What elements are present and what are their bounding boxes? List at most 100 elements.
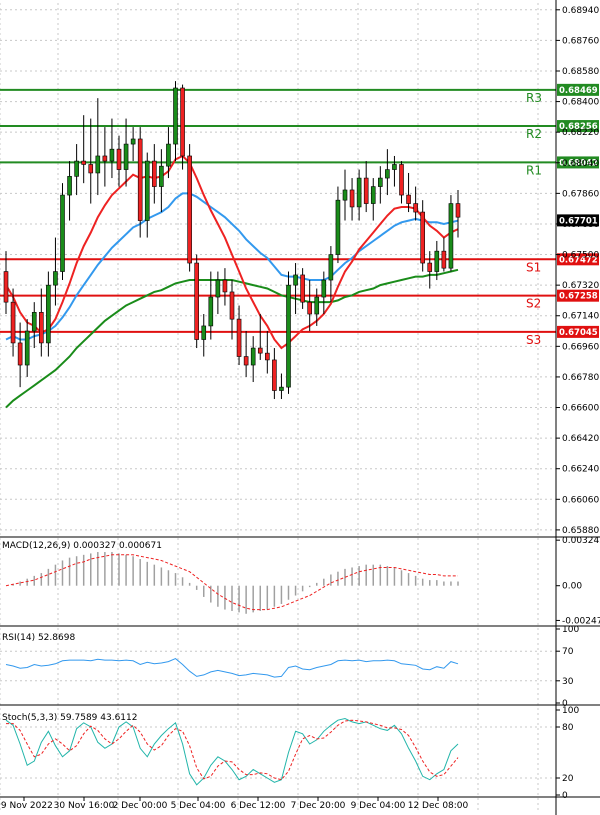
candle-bullish (342, 189, 348, 201)
candle-bullish (378, 177, 383, 187)
candle-bullish (144, 160, 150, 221)
time-tick-label: 6 Dec 12:00 (231, 801, 286, 811)
candle-bullish (166, 143, 171, 167)
candle-bullish (279, 386, 284, 391)
time-tick-label: 29 Nov 2022 (0, 801, 53, 811)
macd-tick-label: 0.003245 (562, 536, 600, 546)
price-tick-label: 0.65880 (562, 526, 599, 536)
price-tick-label: 0.66420 (562, 434, 599, 444)
candle-bullish (448, 203, 454, 269)
candle-bearish (420, 211, 425, 264)
price-tick-label: 0.68040 (562, 159, 599, 169)
candle-bearish (3, 271, 9, 303)
candle-bullish (250, 347, 256, 366)
time-tick-label: 7 Dec 20:00 (291, 801, 346, 811)
candle-bullish (328, 254, 334, 281)
candle-bearish (152, 160, 157, 187)
level-name-s2: S2 (526, 297, 541, 311)
indicator-panels: 0.0032450.00-0.002475MACD(12,26,9) 0.000… (0, 536, 600, 801)
time-axis: 29 Nov 2022 30 Nov 16:002 Dec 00:00 5 Dec … (0, 796, 600, 811)
price-tick-label: 0.67320 (562, 281, 599, 291)
candle-bearish (427, 262, 433, 272)
candle-bearish (441, 250, 447, 269)
candle-bullish (24, 330, 30, 366)
candle-bullish (201, 325, 207, 340)
price-tick-label: 0.67500 (562, 251, 599, 261)
candle-bearish (300, 274, 305, 303)
price-tick-label: 0.68220 (562, 128, 599, 138)
macd-tick-label: 0.00 (562, 582, 582, 592)
stoch-tick-label: 0 (562, 791, 568, 801)
level-name-s3: S3 (526, 333, 541, 347)
time-tick-label: 9 Dec 04:00 (351, 801, 406, 811)
candle-bullish (208, 296, 214, 327)
candle-bullish (286, 284, 291, 388)
rsi-line (5, 658, 459, 678)
rsi-tick-label: 70 (562, 647, 574, 657)
level-price-label: 0.67045 (559, 328, 598, 338)
candle-bearish (455, 203, 461, 218)
candle-bullish (123, 143, 129, 170)
level-price-label: 0.68469 (559, 86, 598, 96)
level-name-s1: S1 (526, 260, 541, 274)
level-name-r1: R1 (526, 163, 542, 177)
price-tick-label: 0.68760 (562, 36, 599, 46)
level-price-label: 0.67258 (559, 292, 598, 302)
candle-bullish (109, 148, 115, 162)
candle-bearish (272, 359, 277, 391)
candle-bullish (293, 274, 298, 286)
time-tick-label: 5 Dec 04:00 (171, 801, 226, 811)
candle-bullish (335, 199, 341, 255)
price-tick-label: 0.67860 (562, 189, 599, 199)
stoch-tick-label: 100 (562, 706, 579, 716)
candle-bearish (180, 87, 185, 157)
candle-bullish (60, 194, 65, 272)
rsi-tick-label: 30 (562, 677, 574, 687)
price-tick-label: 0.66960 (562, 342, 599, 352)
price-tick-label: 0.67140 (562, 312, 599, 322)
candle-bearish (10, 301, 16, 344)
candle-bearish (413, 203, 418, 213)
level-name-r3: R3 (526, 91, 542, 105)
forex-chart: R3 0.68469 R2 0.68256 R1 0.68042 S1 0.67472 S2 0.… (0, 0, 600, 815)
candle-bearish (307, 301, 312, 315)
candle-bearish (17, 342, 23, 366)
candles (3, 81, 461, 400)
candle-bullish (53, 271, 58, 286)
candle-bearish (349, 189, 355, 208)
candle-bullish (130, 138, 136, 145)
price-tick-label: 0.66060 (562, 495, 599, 505)
rsi-label: RSI(14) 52.8698 (2, 633, 75, 643)
candle-bullish (46, 284, 51, 344)
candle-bullish (385, 169, 390, 179)
price-tick-label: 0.66600 (562, 404, 599, 414)
candle-bearish (236, 318, 242, 357)
time-tick-label: 30 Nov 16:00 (54, 801, 115, 811)
time-tick-label: 2 Dec 00:00 (113, 801, 168, 811)
stoch-tick-label: 80 (562, 723, 574, 733)
candle-bullish (321, 279, 327, 298)
candle-bearish (265, 352, 270, 361)
price-tick-label: 0.68400 (562, 98, 599, 108)
candle-bullish (159, 165, 164, 187)
candle-bearish (399, 164, 404, 196)
price-tick-label: 0.66240 (562, 465, 599, 475)
stoch-label: Stoch(5,3,3) 59.7589 43.6112 (2, 713, 137, 723)
price-tick-label: 0.68940 (562, 6, 599, 16)
candle-bearish (88, 164, 94, 174)
time-tick-label: 12 Dec 08:00 (408, 801, 469, 811)
candle-bearish (102, 155, 108, 162)
price-tick-label: 0.66780 (562, 373, 599, 383)
candle-bullish (95, 155, 101, 174)
candle-bullish (356, 177, 362, 208)
price-tick-label: 0.68580 (562, 67, 599, 77)
candle-bearish (137, 138, 143, 221)
candle-bearish (194, 262, 199, 340)
candle-bullish (173, 87, 178, 145)
candle-bearish (406, 194, 411, 204)
candle-bearish (363, 177, 369, 204)
candle-bearish (39, 312, 44, 344)
candle-bullish (74, 160, 79, 177)
candle-bullish (215, 279, 221, 298)
candle-bullish (31, 312, 37, 332)
